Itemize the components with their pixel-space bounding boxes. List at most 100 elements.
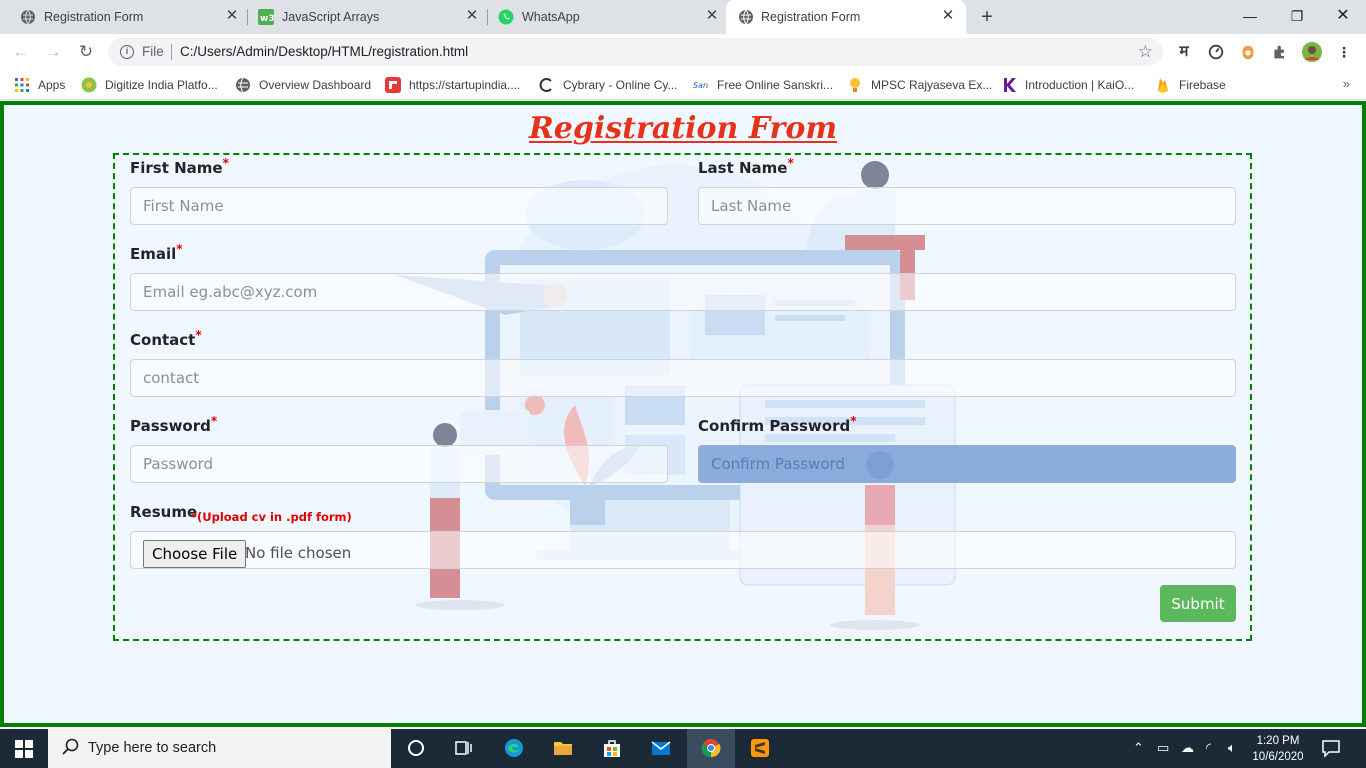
submit-button[interactable]: Submit: [1160, 585, 1236, 622]
close-icon[interactable]: ✕: [704, 8, 720, 24]
chrome-button[interactable]: [687, 729, 735, 768]
windows-logo-icon: [15, 740, 33, 758]
email-input[interactable]: [130, 273, 1236, 311]
sublime-text-button[interactable]: [736, 729, 784, 768]
choose-file-button[interactable]: Choose File: [143, 540, 247, 568]
edge-browser-button[interactable]: [490, 729, 538, 768]
taskbar-clock[interactable]: 1:20 PM 10/6/2020: [1250, 733, 1306, 765]
mail-button[interactable]: [637, 729, 685, 768]
bookmark-label: Overview Dashboard: [259, 78, 372, 92]
bookmark-star-icon[interactable]: ☆: [1138, 42, 1153, 62]
bookmarks-overflow-chevron-icon[interactable]: »: [1343, 76, 1350, 91]
first-name-input[interactable]: [130, 187, 668, 225]
confirm-password-label: Confirm Password*: [698, 414, 857, 435]
required-asterisk: *: [850, 414, 857, 428]
new-tab-button[interactable]: +: [977, 7, 997, 27]
url-text[interactable]: C:/Users/Admin/Desktop/HTML/registration…: [180, 44, 468, 59]
bookmark-label: Firebase: [1179, 78, 1226, 92]
confirm-password-input[interactable]: [698, 445, 1236, 483]
bookmark-label: https://startupindia....: [409, 78, 521, 92]
reload-button[interactable]: ↻: [75, 41, 97, 63]
digitize-india-icon: [81, 77, 97, 93]
bookmark-digitize-india[interactable]: Digitize India Platfo...: [81, 77, 218, 93]
bookmark-firebase[interactable]: Firebase: [1155, 77, 1226, 93]
info-icon[interactable]: i: [120, 45, 134, 59]
tab-registration-form-active[interactable]: Registration Form ✕: [726, 0, 966, 34]
windows-taskbar: Type here to search ⌃ ▭ ☁ ◜ 🔈︎ 1:20 PM 1…: [0, 729, 1366, 768]
wifi-icon[interactable]: ◜: [1206, 740, 1211, 756]
resume-file-input[interactable]: Choose File No file chosen: [130, 531, 1236, 569]
svg-text:w3: w3: [260, 14, 274, 24]
tab-registration-form-1[interactable]: Registration Form ✕: [0, 0, 246, 34]
notifications-icon[interactable]: [1320, 737, 1342, 759]
menu-kebab-icon[interactable]: ⋮: [1334, 42, 1354, 62]
required-asterisk: *: [176, 242, 183, 256]
browser-toolbar: ← → ↻ i File C:/Users/Admin/Desktop/HTML…: [0, 34, 1366, 70]
password-input[interactable]: [130, 445, 668, 483]
store-button[interactable]: [588, 729, 636, 768]
start-button[interactable]: [0, 729, 48, 768]
tab-title: WhatsApp: [522, 10, 580, 24]
globe-icon: [236, 77, 250, 93]
bookmark-label: Free Online Sanskri...: [717, 78, 834, 92]
close-icon[interactable]: ✕: [940, 8, 956, 24]
restore-button[interactable]: ❐: [1285, 5, 1309, 27]
tab-whatsapp[interactable]: WhatsApp ✕: [478, 0, 726, 34]
bookmark-sanskrit[interactable]: San Free Online Sanskri...: [693, 77, 833, 93]
puzzle-extensions-icon[interactable]: [1270, 42, 1290, 62]
marathi-extension-icon[interactable]: म: [1174, 42, 1194, 62]
globe-icon: [739, 9, 753, 25]
task-view-icon: [455, 741, 472, 755]
contact-label: Contact*: [130, 328, 202, 349]
first-name-label: First Name*: [130, 156, 229, 177]
file-explorer-button[interactable]: [539, 729, 587, 768]
bookmark-mpsc[interactable]: MPSC Rajyaseva Ex...: [847, 77, 992, 93]
forward-button[interactable]: →: [42, 41, 64, 63]
tab-javascript-arrays[interactable]: w3 JavaScript Arrays ✕: [238, 0, 486, 34]
close-window-button[interactable]: ✕: [1331, 5, 1355, 27]
bookmark-overview-dashboard[interactable]: Overview Dashboard: [235, 77, 371, 93]
scheme-label: File: [142, 44, 164, 59]
task-view-button[interactable]: [440, 729, 488, 768]
file-status-text: No file chosen: [245, 544, 352, 562]
performance-icon[interactable]: [1206, 42, 1226, 62]
last-name-input[interactable]: [698, 187, 1236, 225]
resume-label: Resume: [130, 503, 198, 521]
required-asterisk: *: [210, 414, 218, 428]
bookmark-kaios[interactable]: Introduction | KaiO...: [1001, 77, 1134, 93]
extension-orange-icon[interactable]: [1238, 42, 1258, 62]
contact-label-text: Contact: [130, 331, 196, 349]
profile-avatar[interactable]: [1302, 42, 1322, 62]
show-hidden-icons-chevron-icon[interactable]: ⌃: [1133, 740, 1144, 756]
tab-title: JavaScript Arrays: [282, 10, 380, 24]
password-label: Password*: [130, 414, 218, 435]
address-bar[interactable]: i File C:/Users/Admin/Desktop/HTML/regis…: [108, 38, 1163, 66]
minimize-button[interactable]: —: [1238, 5, 1262, 27]
back-button[interactable]: ←: [10, 41, 32, 63]
battery-icon[interactable]: ▭: [1157, 740, 1169, 756]
last-name-label: Last Name*: [698, 156, 794, 177]
taskbar-search-box[interactable]: Type here to search: [48, 729, 391, 768]
password-label-text: Password: [130, 417, 211, 435]
cortana-button[interactable]: [392, 729, 440, 768]
bulb-icon: [850, 78, 860, 92]
bookmarks-bar: Apps Digitize India Platfo... Overview D…: [0, 70, 1366, 100]
contact-input[interactable]: [130, 359, 1236, 397]
bookmark-startup-india[interactable]: https://startupindia....: [385, 77, 520, 93]
onedrive-cloud-icon[interactable]: ☁: [1181, 740, 1194, 756]
sanskrit-icon: San: [693, 81, 708, 90]
last-name-label-text: Last Name: [698, 159, 788, 177]
registration-form: First Name* Last Name* Email* Contact* P…: [113, 153, 1252, 641]
bookmark-label: Introduction | KaiO...: [1025, 78, 1135, 92]
bookmark-apps[interactable]: Apps: [14, 77, 65, 93]
w3schools-icon: w3: [258, 9, 274, 25]
sublime-text-icon: [751, 739, 769, 757]
clock-date: 10/6/2020: [1252, 751, 1304, 763]
svg-text:San: San: [693, 81, 708, 90]
volume-icon[interactable]: 🔈︎: [1228, 740, 1236, 756]
required-asterisk: *: [787, 156, 794, 170]
confirm-password-label-text: Confirm Password: [698, 417, 851, 435]
bookmark-label: Cybrary - Online Cy...: [563, 78, 678, 92]
bookmark-cybrary[interactable]: Cybrary - Online Cy...: [539, 77, 677, 93]
required-asterisk: *: [195, 328, 202, 342]
